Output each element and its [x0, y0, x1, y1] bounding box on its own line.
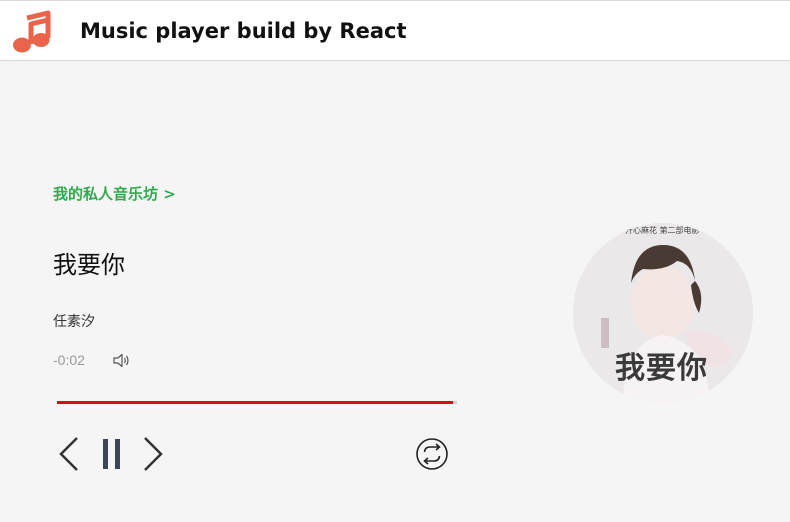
cover-top-text: 开心麻花 第二部电影	[625, 226, 700, 235]
personal-fm-link[interactable]: 我的私人音乐坊 >	[53, 183, 176, 204]
repeat-icon[interactable]	[415, 437, 449, 471]
chevron-left-icon[interactable]	[57, 436, 81, 472]
progress-fill	[57, 401, 453, 404]
music-note-icon	[13, 10, 51, 53]
song-title: 我要你	[53, 251, 125, 279]
album-cover: 开心麻花 第二部电影 我要你	[573, 223, 753, 403]
artist-name: 任素汐	[53, 314, 95, 330]
speaker-icon[interactable]	[113, 353, 130, 368]
cover-title-text: 我要你	[615, 351, 708, 386]
pause-icon[interactable]	[100, 438, 124, 470]
progress-bar[interactable]	[57, 401, 457, 404]
app-header: Music player build by React	[0, 0, 790, 61]
time-remaining: -0:02	[53, 352, 85, 368]
chevron-right-icon[interactable]	[141, 436, 165, 472]
app-title: Music player build by React	[80, 19, 407, 43]
